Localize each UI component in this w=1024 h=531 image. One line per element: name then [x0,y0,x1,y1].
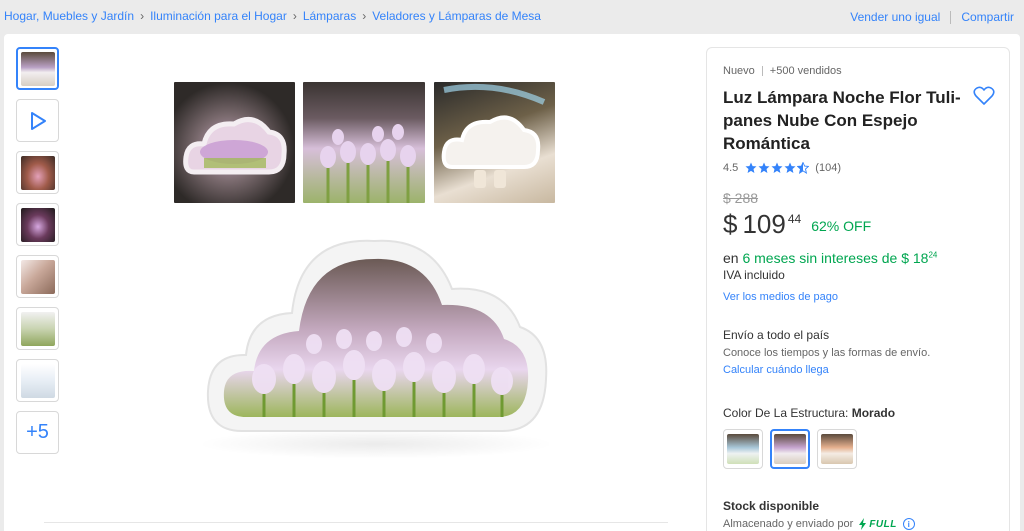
breadcrumb-item-lamparas[interactable]: Lámparas [303,9,356,23]
price-amount: 109 [742,209,786,239]
thumbnail-6[interactable] [16,307,59,350]
sold-count: +500 vendidos [769,65,842,77]
product-thumbnail-image [20,207,55,242]
product-photo-3 [434,82,555,203]
product-thumbnail-image [20,259,55,294]
calculate-shipping-link[interactable]: Calcular cuándo llega [723,364,829,376]
rating-stars [745,162,810,174]
divider [44,522,668,523]
cloud-lamp-image [206,239,548,432]
divider [761,66,763,76]
shipping-title: Envío a todo el país [723,328,830,342]
currency-symbol: $ [723,209,738,239]
installments-cents: 24 [928,250,938,260]
star-half-icon [797,162,810,174]
color-swatches [723,429,864,469]
payment-methods-link[interactable]: Ver los medios de pago [723,291,838,303]
buy-box: Nuevo +500 vendidos Luz Lámpara Noche Fl… [706,47,1010,531]
product-main-image[interactable] [196,219,556,464]
rating-score: 4.5 [723,162,739,174]
chevron-right-icon: › [362,9,367,23]
color-swatch-3[interactable] [817,429,857,469]
color-selected-value: Morado [851,406,896,420]
heart-icon[interactable] [973,86,995,106]
color-swatch-1[interactable] [723,429,763,469]
product-photo-1 [174,82,295,203]
fulfillment-info: Almacenado y enviado por FULL i [723,518,915,530]
video-thumbnail[interactable] [16,99,59,142]
thumbnail-4[interactable] [16,203,59,246]
installments-offer: 6 meses sin intereses de $ 18 [742,250,929,266]
product-thumbnail-image [20,363,55,398]
product-title: Luz Lámpara Noche Flor Tuli-panes Nube C… [723,88,961,153]
product-thumbnail-image [20,311,55,346]
original-price: $ 288 [723,190,759,206]
chevron-right-icon: › [292,9,297,23]
breadcrumb-item-iluminacion[interactable]: Iluminación para el Hogar [150,9,287,23]
more-thumbnails-button[interactable]: +5 [16,411,59,454]
play-icon [30,111,46,130]
shipping-subtitle: Conoce los tiempos y las formas de envío… [723,347,931,359]
thumbnail-7[interactable] [16,359,59,402]
rating[interactable]: 4.5 (104) [723,162,841,174]
stock-status: Stock disponible [723,499,820,513]
breadcrumb: Hogar, Muebles y Jardín › Iluminación pa… [4,9,541,23]
installments-prefix: en [723,250,743,266]
lightning-icon [859,518,867,530]
top-bar: Hogar, Muebles y Jardín › Iluminación pa… [0,0,1024,34]
divider [950,10,952,24]
breadcrumb-item-veladores[interactable]: Veladores y Lámparas de Mesa [372,9,541,23]
swatch-image [727,434,759,464]
star-icon [771,162,783,173]
price-cents: 44 [787,212,802,226]
top-actions: Vender uno igual Compartir [850,10,1014,24]
thumbnail-1[interactable] [16,47,59,90]
color-label-text: Color De La Estructura: [723,406,852,420]
discount-badge: 62% OFF [811,218,872,234]
breadcrumb-item-hogar[interactable]: Hogar, Muebles y Jardín [4,9,134,23]
sell-similar-link[interactable]: Vender uno igual [850,10,940,24]
star-icon [784,162,796,173]
star-icon [745,162,757,173]
condition-label: Nuevo [723,65,755,77]
color-label: Color De La Estructura: Morado [723,406,895,420]
star-icon [758,162,770,173]
swatch-image [774,434,806,464]
review-count: (104) [815,162,841,174]
current-price: $ 109 44 62% OFF [723,206,871,242]
product-card: +5 Nuevo +500 vendidos Luz Lámpara Noche… [4,34,1020,531]
thumbnail-5[interactable] [16,255,59,298]
product-subtitle: Nuevo +500 vendidos [723,65,842,77]
thumbnail-list: +5 [16,47,62,463]
thumbnail-3[interactable] [16,151,59,194]
info-icon[interactable]: i [902,518,915,530]
product-thumbnail-image [20,51,55,86]
tax-note: IVA incluido [723,268,785,282]
share-link[interactable]: Compartir [961,10,1014,24]
full-label: FULL [869,518,897,530]
stored-text: Almacenado y enviado por [723,518,854,530]
swatch-image [821,434,853,464]
chevron-right-icon: › [140,9,145,23]
full-badge: FULL [858,518,897,530]
product-photo-2 [303,82,425,203]
installments: en 6 meses sin intereses de $ 1824 [723,250,937,266]
product-thumbnail-image [20,155,55,190]
color-swatch-morado[interactable] [770,429,810,469]
